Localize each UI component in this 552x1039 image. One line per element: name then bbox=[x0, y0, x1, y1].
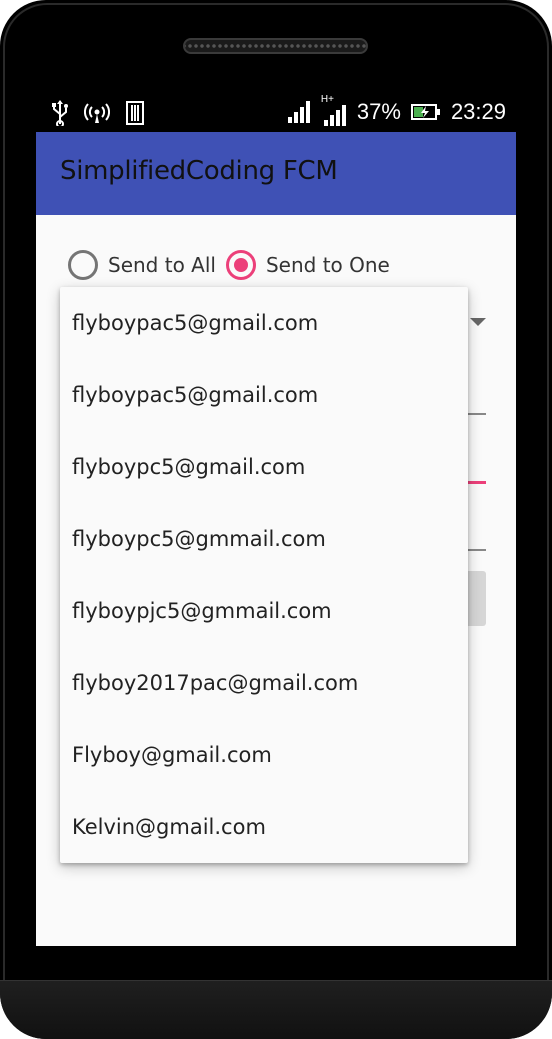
status-bar-right: H+ 37% 23:29 bbox=[287, 94, 506, 127]
email-dropdown-popup: flyboypac5@gmail.com flyboypac5@gmail.co… bbox=[60, 287, 468, 863]
clock: 23:29 bbox=[450, 99, 506, 124]
wireless-hotspot-icon bbox=[84, 103, 110, 123]
earpiece-speaker bbox=[183, 38, 368, 54]
radio-checked-icon[interactable] bbox=[225, 250, 256, 280]
battery-charging-icon bbox=[410, 104, 440, 120]
radio-send-to-all[interactable]: Send to All bbox=[68, 250, 216, 280]
radio-send-to-one[interactable]: Send to One bbox=[225, 250, 390, 280]
dropdown-item[interactable]: flyboy2017pac@gmail.com bbox=[60, 647, 468, 719]
dropdown-item[interactable]: flyboypac5@gmail.com bbox=[60, 359, 468, 431]
sim-icon bbox=[126, 101, 144, 125]
radio-label-send-to-one: Send to One bbox=[265, 253, 390, 277]
status-bar: H+ 37% 23:29 bbox=[36, 92, 516, 132]
dropdown-item[interactable]: flyboypjc5@gmmail.com bbox=[60, 575, 468, 647]
page-title: SimplifiedCoding FCM bbox=[60, 156, 338, 186]
signal-icon bbox=[287, 101, 310, 123]
usb-icon bbox=[52, 100, 68, 126]
dropdown-item[interactable]: flyboypc5@gmmail.com bbox=[60, 503, 468, 575]
dropdown-item[interactable]: Flyboy@gmail.com bbox=[60, 719, 468, 791]
app-screen: SimplifiedCoding FCM Send to All Send to… bbox=[36, 132, 516, 946]
signal-hplus-icon bbox=[323, 105, 346, 126]
radio-unchecked-icon[interactable] bbox=[68, 250, 98, 280]
bottom-bezel bbox=[0, 980, 552, 1039]
status-bar-left bbox=[50, 100, 146, 126]
spinner-dropdown-arrow-icon[interactable] bbox=[470, 318, 486, 326]
battery-percent: 37% bbox=[356, 99, 401, 124]
send-mode-radio-group: Send to All Send to One bbox=[68, 248, 390, 282]
dropdown-item[interactable]: Kelvin@gmail.com bbox=[60, 791, 468, 863]
radio-label-send-to-all: Send to All bbox=[108, 253, 216, 277]
dropdown-item[interactable]: flyboypc5@gmail.com bbox=[60, 431, 468, 503]
signal-hplus-group: H+ bbox=[320, 94, 347, 127]
app-toolbar: SimplifiedCoding FCM bbox=[36, 132, 516, 215]
phone-frame: H+ 37% 23:29 SimplifiedCoding FCM Send t… bbox=[0, 0, 552, 1039]
dropdown-item[interactable]: flyboypac5@gmail.com bbox=[60, 287, 468, 359]
network-type-label: H+ bbox=[320, 94, 334, 105]
